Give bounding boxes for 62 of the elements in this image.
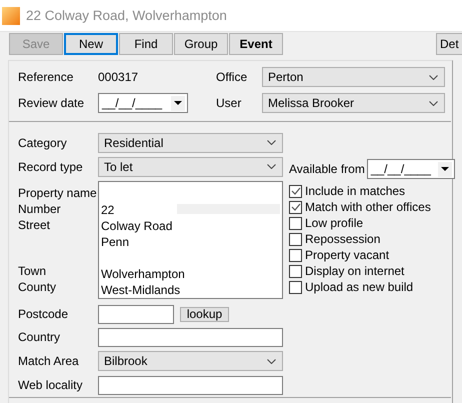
field-label: Street	[18, 218, 50, 232]
checkbox[interactable]	[289, 280, 302, 294]
field-label: Available from	[289, 162, 365, 176]
date-field[interactable]: __/__/____	[366, 159, 455, 179]
checkbox-label: Property vacant	[305, 248, 390, 262]
checkbox-label: Low profile	[305, 216, 364, 230]
window-title: 22 Colway Road, Wolverhampton	[26, 8, 227, 24]
caret-down-icon	[174, 101, 182, 105]
chevron-down-icon	[429, 74, 438, 80]
checkbox-label: Repossession	[305, 232, 380, 246]
dropdown[interactable]: Melissa Brooker	[262, 93, 445, 113]
field-label: Property name	[18, 186, 97, 200]
field-label: Category	[18, 136, 67, 150]
checkbox-label: Include in matches	[305, 184, 406, 198]
field-label: User	[216, 96, 242, 110]
chevron-down-icon	[267, 358, 276, 364]
address-line: Wolverhampton	[101, 267, 185, 281]
checkbox[interactable]	[289, 264, 302, 278]
input-field[interactable]	[98, 328, 283, 346]
checkbox[interactable]	[289, 200, 302, 214]
field-label: County	[18, 280, 56, 294]
checkbox[interactable]	[289, 216, 302, 230]
dropdown[interactable]: Bilbrook	[98, 351, 283, 371]
chevron-down-icon	[429, 100, 438, 106]
field-label: Match Area	[18, 354, 79, 368]
dropdown[interactable]: To let	[98, 156, 283, 176]
field-label: Record type	[18, 160, 83, 174]
field-label: Office	[216, 70, 248, 84]
input-field[interactable]	[98, 376, 283, 394]
address-line: Penn	[101, 235, 130, 249]
address-field[interactable]: 22 Colway Road Penn Wolverhampton West-Midlands	[98, 181, 283, 299]
toolbar-button[interactable]: Find	[119, 33, 173, 56]
field-label: Country	[18, 330, 60, 344]
field-label: Postcode	[18, 307, 68, 321]
checkbox-label: Match with other offices	[305, 200, 431, 214]
checkbox-label: Display on internet	[305, 264, 404, 278]
toolbar-button[interactable]: Group	[174, 33, 228, 56]
chevron-down-icon	[267, 140, 276, 145]
toolbar-button[interactable]: Det	[436, 33, 462, 56]
address-line: West-Midlands	[101, 283, 180, 297]
address-line: 22	[101, 203, 114, 217]
checkbox[interactable]	[289, 248, 302, 262]
checkbox[interactable]	[289, 232, 302, 246]
checkbox[interactable]	[289, 184, 302, 198]
reference-value: 000317	[98, 70, 140, 84]
dropdown[interactable]: Residential	[98, 132, 283, 152]
field-label: Review date	[18, 96, 86, 110]
field-label: Number	[18, 202, 61, 216]
caret-down-icon	[440, 167, 449, 171]
checkbox-label: Upload as new build	[305, 280, 414, 294]
input-field[interactable]	[98, 304, 174, 324]
app-icon	[2, 6, 20, 25]
dropdown[interactable]: Perton	[262, 67, 445, 87]
field-label: Town	[18, 264, 46, 278]
lookup-button[interactable]: lookup	[180, 306, 229, 322]
date-field[interactable]: __/__/____	[98, 93, 188, 113]
field-label: Reference	[18, 70, 74, 84]
field-label: Web locality	[18, 378, 82, 392]
address-line: Colway Road	[101, 219, 172, 233]
chevron-down-icon	[267, 164, 276, 169]
toolbar-button[interactable]: New	[64, 33, 118, 56]
toolbar-button[interactable]: Event	[229, 33, 283, 56]
